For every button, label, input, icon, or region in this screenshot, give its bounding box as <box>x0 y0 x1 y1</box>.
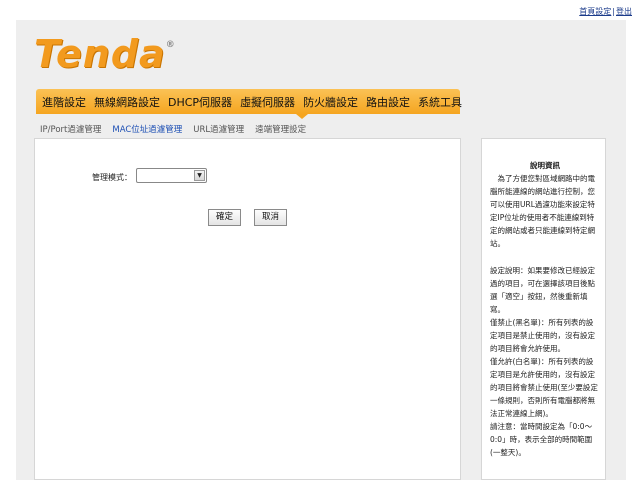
nav-system-tools[interactable]: 系統工具 <box>418 94 462 110</box>
help-intro: 為了方便您對區域網路中的電腦所能連線的網站進行控制，您可以使用URL過濾功能來設… <box>490 174 595 248</box>
nav-routing[interactable]: 路由設定 <box>366 94 410 110</box>
nav-firewall[interactable]: 防火牆設定 <box>303 94 358 110</box>
help-deny-note: 僅禁止(黑名單)：所有列表的設定項目是禁止使用的，沒有設定的項目將會允許使用。 <box>490 318 595 353</box>
nav-virtual-server[interactable]: 虛擬伺服器 <box>240 94 295 110</box>
registered-mark: ® <box>165 40 176 50</box>
content-panel: 管理模式： ▼ 確定 取消 <box>34 138 461 480</box>
home-settings-link[interactable]: 首頁設定 <box>579 7 611 16</box>
top-bar: 首頁設定|登出 <box>0 0 640 20</box>
top-links-separator: | <box>612 7 615 16</box>
top-links: 首頁設定|登出 <box>579 6 632 17</box>
logo-text: Tenda <box>34 32 166 76</box>
nav-dhcp[interactable]: DHCP伺服器 <box>168 94 232 110</box>
help-content: 說明資訊 為了方便您對區域網路中的電腦所能連線的網站進行控制，您可以使用URL過… <box>490 159 600 459</box>
cancel-button[interactable]: 取消 <box>254 209 287 226</box>
help-title: 說明資訊 <box>530 161 560 170</box>
tenda-logo: Tenda® <box>34 32 176 76</box>
active-nav-indicator-icon <box>296 114 308 119</box>
main-navigation: 進階設定 無線網路設定 DHCP伺服器 虛擬伺服器 防火牆設定 路由設定 系統工… <box>36 89 462 114</box>
sub-tabs: IP/Port過濾管理 MAC位址過濾管理 URL過濾管理 遠端管理設定 <box>40 123 317 135</box>
help-settings-note: 設定說明：如果要修改已經設定過的項目，可在選擇該項目後點選「適空」按鈕，然後重新… <box>490 266 595 314</box>
ok-button[interactable]: 確定 <box>208 209 241 226</box>
subtab-remote-management[interactable]: 遠端管理設定 <box>255 123 306 135</box>
nav-wireless[interactable]: 無線網路設定 <box>94 94 160 110</box>
subtab-mac-filter[interactable]: MAC位址過濾管理 <box>112 123 182 135</box>
help-panel: 說明資訊 為了方便您對區域網路中的電腦所能連線的網站進行控制，您可以使用URL過… <box>481 138 606 480</box>
mode-select[interactable]: ▼ <box>136 168 207 183</box>
subtab-url-filter[interactable]: URL過濾管理 <box>193 123 244 135</box>
nav-advanced[interactable]: 進階設定 <box>42 94 86 110</box>
help-time-note: 請注意：當時間設定為「0:0～0:0」時，表示全部的時間範圍(一整天)。 <box>490 422 593 457</box>
chevron-down-icon[interactable]: ▼ <box>194 170 205 181</box>
mode-label: 管理模式： <box>92 173 132 182</box>
help-allow-note: 僅允許(白名單)：所有列表的設定項目是允許使用的，沒有設定的項目將會禁止使用(至… <box>490 357 598 418</box>
subtab-ip-port-filter[interactable]: IP/Port過濾管理 <box>40 123 101 135</box>
logout-link[interactable]: 登出 <box>616 7 632 16</box>
